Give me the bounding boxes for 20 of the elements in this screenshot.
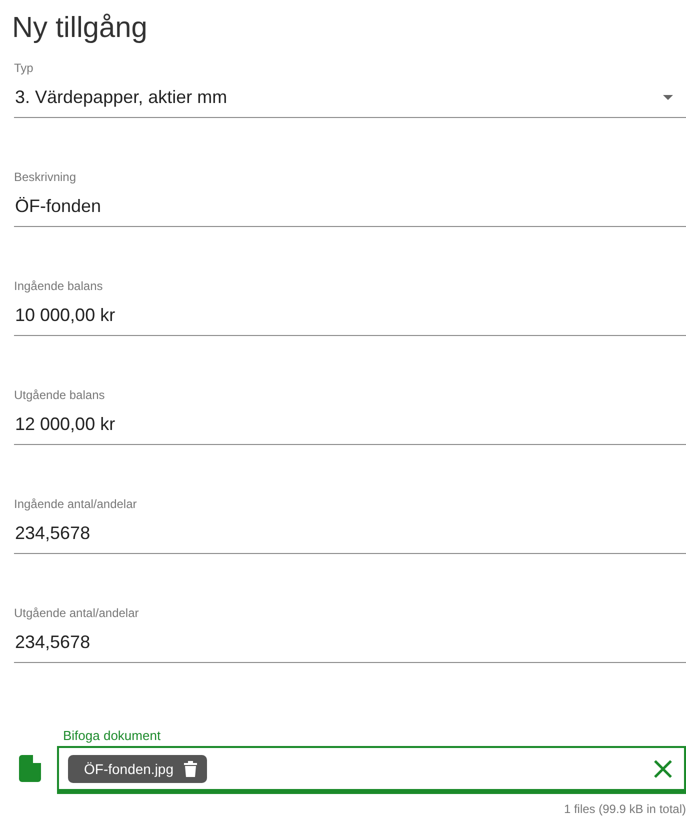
input-field[interactable]: 234,5678 [14,622,686,663]
field-label: Ingående antal/andelar [14,497,137,511]
file-chip[interactable]: ÖF-fonden.jpg [68,754,206,782]
dropdown-field[interactable]: 3. Värdepapper, aktier mm [14,77,686,118]
page-title: Ny tillgång [12,12,148,45]
field-label: Beskrivning [14,170,76,184]
field-label: Typ [14,61,34,75]
file-summary: 1 files (99.9 kB in total) [562,802,686,816]
input-field[interactable]: 10 000,00 kr [14,295,686,336]
file-upload-field[interactable]: ÖF-fonden.jpg [57,746,686,794]
input-field[interactable]: ÖF-fonden [14,186,686,227]
input-field[interactable]: 234,5678 [14,513,686,554]
trash-icon[interactable] [184,760,196,776]
file-icon [19,755,41,782]
field-label: Bifoga dokument [63,728,161,743]
field-label: Ingående balans [14,279,103,293]
field-label: Utgående balans [14,388,105,402]
close-icon[interactable] [652,758,674,780]
field-label: Utgående antal/andelar [14,606,139,620]
input-field[interactable]: 12 000,00 kr [14,404,686,445]
